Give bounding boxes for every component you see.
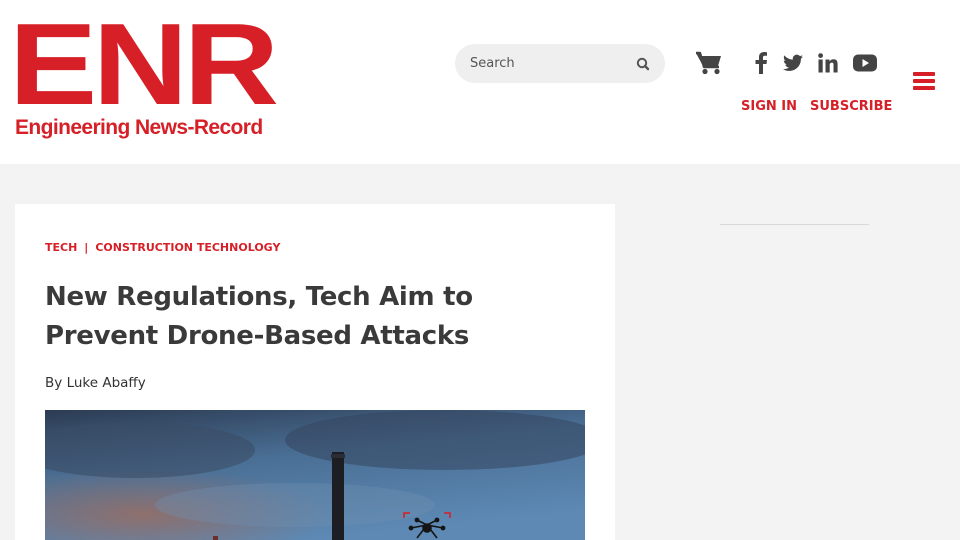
linkedin-link[interactable] <box>818 52 838 74</box>
menu-bar <box>913 86 935 90</box>
facebook-link[interactable] <box>754 52 768 74</box>
youtube-icon <box>853 54 877 72</box>
search-input[interactable] <box>470 44 630 83</box>
category-link-tech[interactable]: TECH <box>45 241 77 254</box>
article-byline: By Luke Abaffy <box>45 375 146 391</box>
hero-image <box>45 410 585 540</box>
logo-wordmark: ENR <box>9 0 279 129</box>
article-card: TECH | CONSTRUCTION TECHNOLOGY New Regulat… <box>15 204 615 540</box>
byline-prefix: By <box>45 375 63 391</box>
sidebar-divider <box>720 224 869 225</box>
enr-logo[interactable]: ENR Engineering News-Record <box>9 6 279 142</box>
facebook-icon <box>755 52 767 74</box>
author-link[interactable]: Luke Abaffy <box>67 375 146 391</box>
article-title: New Regulations, Tech Aim to Prevent Dro… <box>45 282 473 351</box>
search-button[interactable] <box>633 54 653 74</box>
category-separator: | <box>84 241 89 254</box>
twitter-icon <box>783 54 803 71</box>
sign-in-link[interactable]: SIGN IN <box>741 99 797 114</box>
menu-bar <box>913 79 935 83</box>
search-icon <box>636 57 650 71</box>
site-header: ENR Engineering News-Record Search SIGN … <box>0 0 960 164</box>
article-categories: TECH | CONSTRUCTION TECHNOLOGY <box>45 241 280 254</box>
hero-photo <box>45 410 585 540</box>
twitter-link[interactable] <box>783 52 803 74</box>
subscribe-link[interactable]: SUBSCRIBE <box>810 99 892 114</box>
hamburger-menu-icon[interactable] <box>913 72 935 92</box>
youtube-link[interactable] <box>853 52 877 74</box>
category-link-construction-technology[interactable]: CONSTRUCTION TECHNOLOGY <box>95 241 280 254</box>
linkedin-icon <box>818 53 838 73</box>
menu-bar <box>913 72 935 76</box>
logo-tagline: Engineering News-Record <box>15 116 263 139</box>
shopping-cart-icon <box>696 51 721 75</box>
cart-button[interactable] <box>695 50 723 76</box>
search-box <box>455 44 665 83</box>
